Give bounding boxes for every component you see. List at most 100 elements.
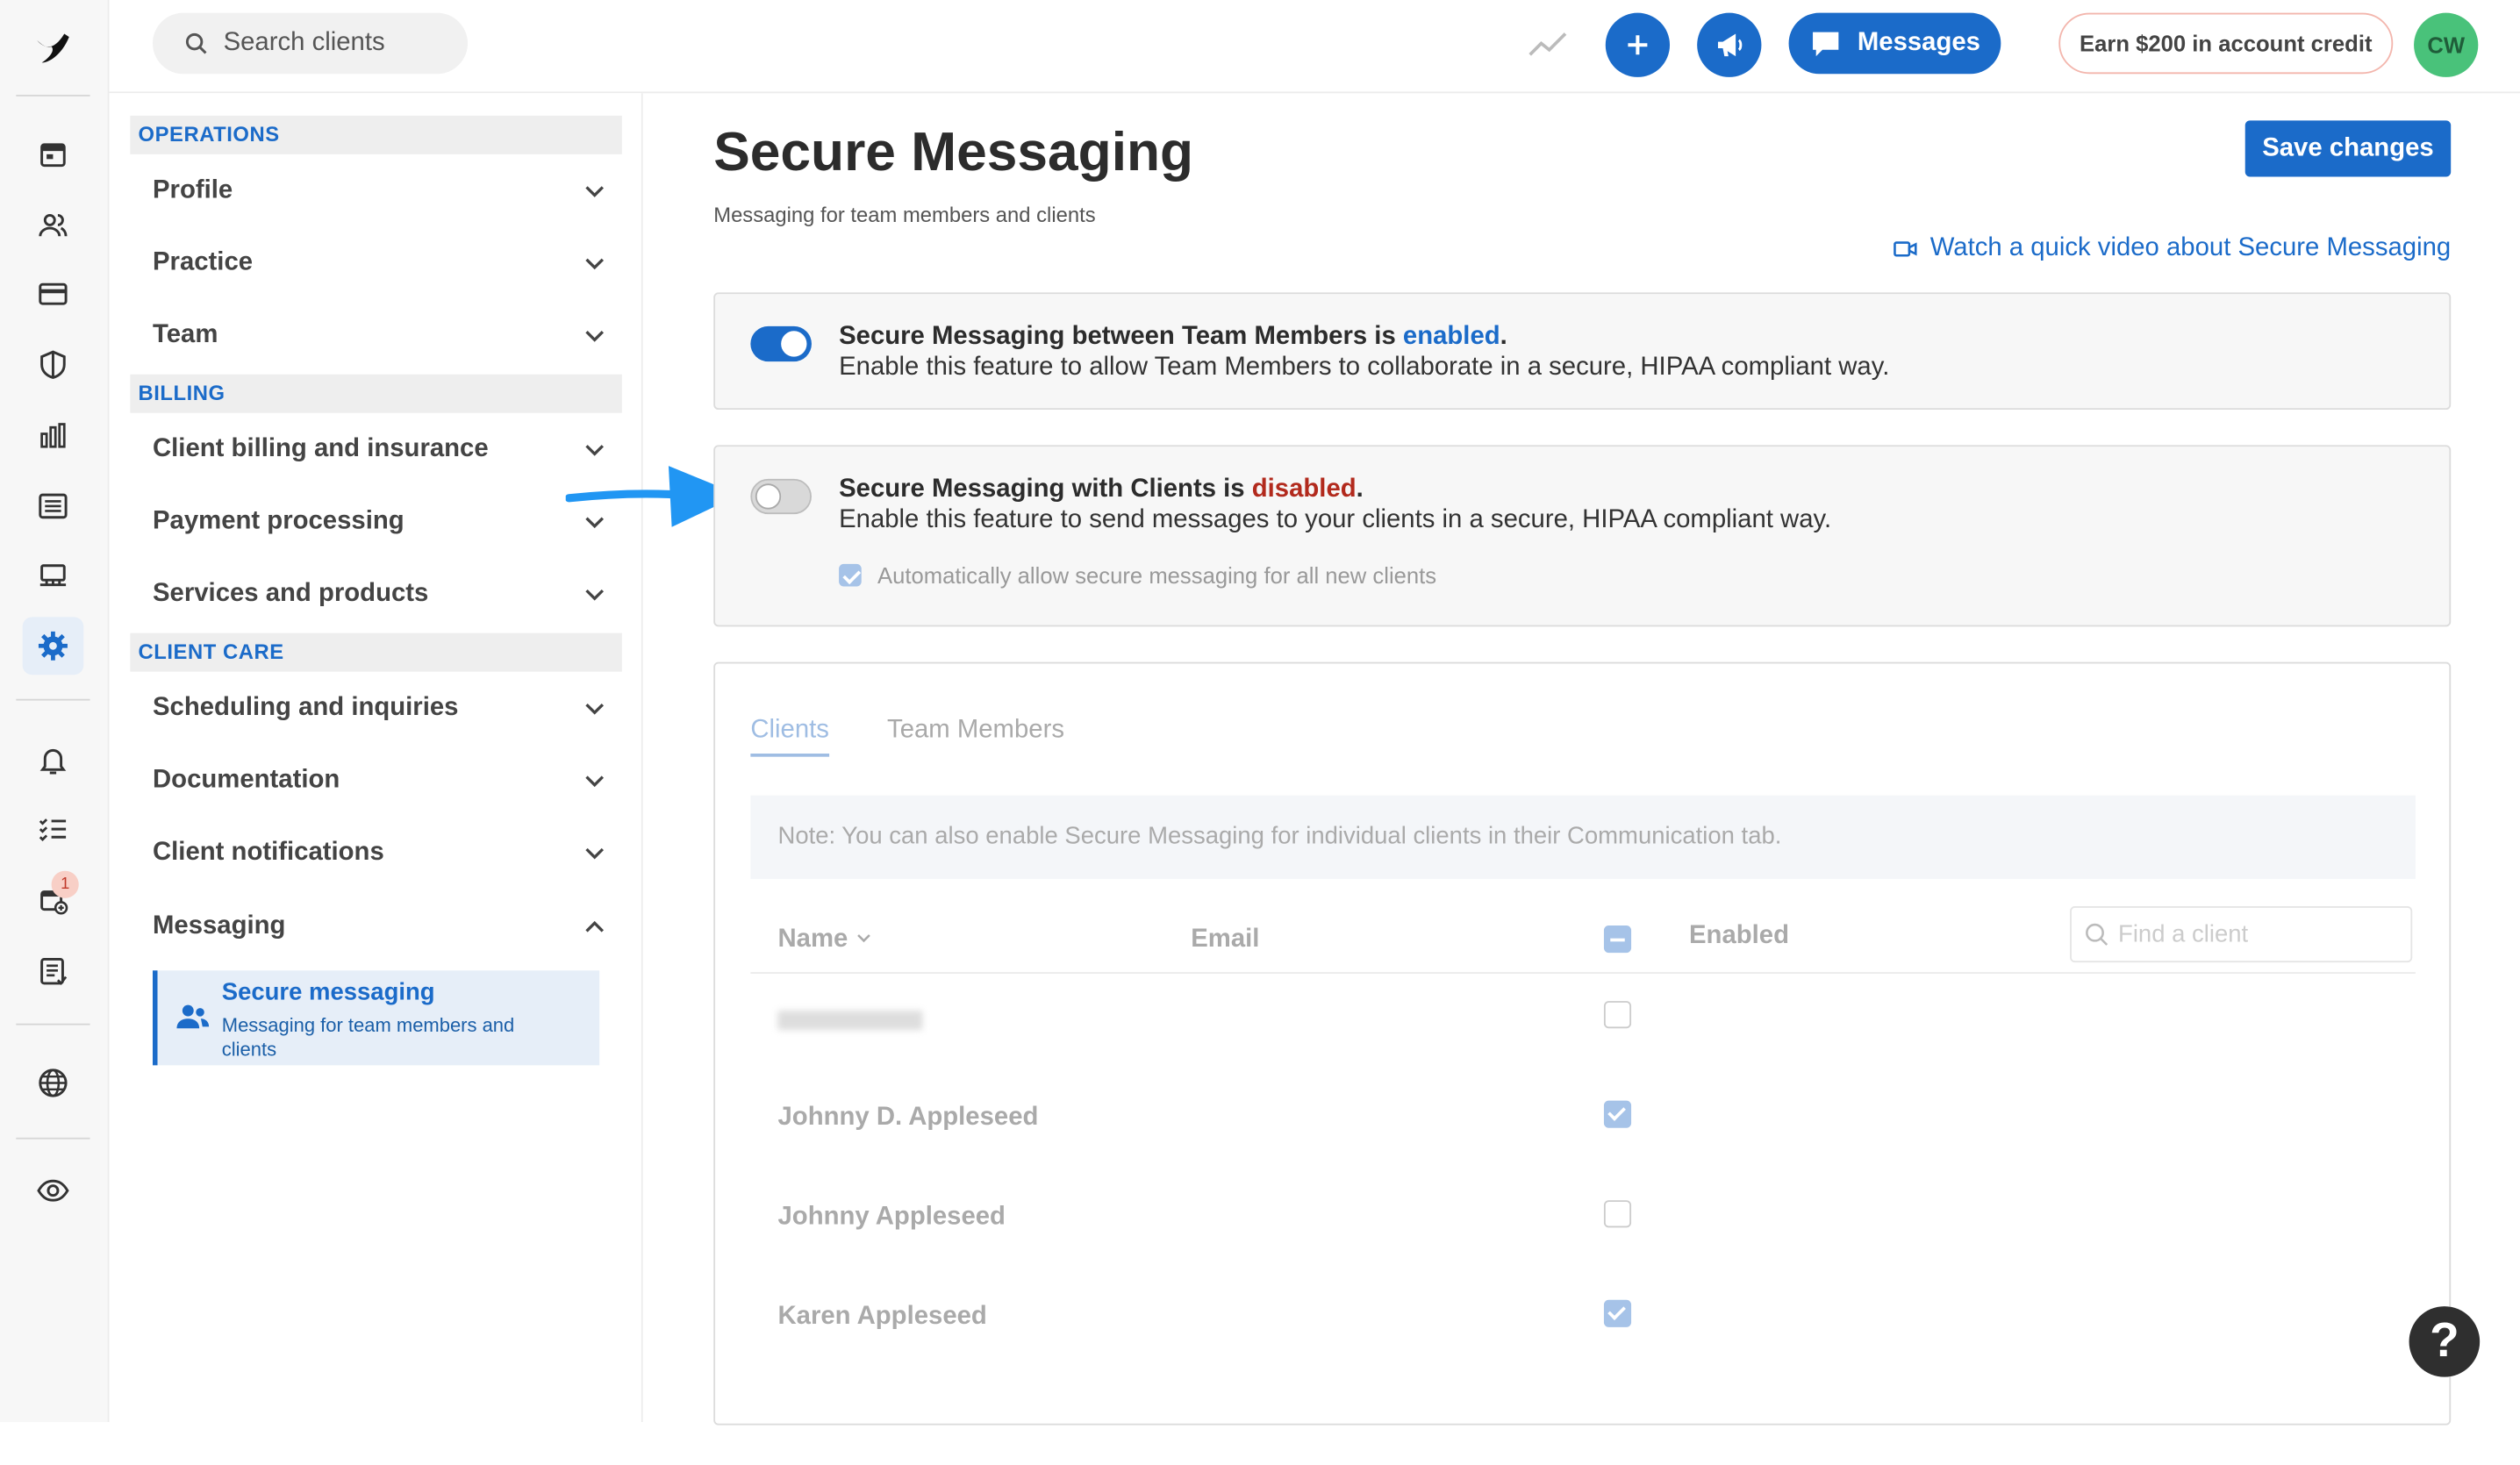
rail-divider bbox=[16, 95, 90, 96]
column-header-name[interactable]: Name bbox=[777, 925, 872, 954]
checkbox[interactable] bbox=[839, 563, 862, 587]
sidebar-item-client-notifications[interactable]: Client notifications bbox=[153, 829, 606, 877]
redacted-name bbox=[777, 1011, 923, 1031]
clients-icon[interactable] bbox=[23, 196, 84, 254]
section-header-client-care: CLIENT CARE bbox=[130, 632, 622, 672]
auto-allow-label: Automatically allow secure messaging for… bbox=[877, 562, 1437, 589]
plus-icon bbox=[1628, 35, 1648, 55]
megaphone-icon bbox=[1717, 33, 1743, 57]
chevron-down-icon bbox=[585, 331, 605, 342]
table-row: Johnny D. Appleseed bbox=[750, 1075, 2416, 1175]
save-changes-button[interactable]: Save changes bbox=[2244, 120, 2452, 177]
chevron-down-icon bbox=[585, 775, 605, 788]
page-subtitle: Messaging for team members and clients bbox=[713, 202, 1096, 227]
user-avatar[interactable]: CW bbox=[2414, 12, 2479, 77]
chevron-down-icon bbox=[585, 445, 605, 456]
info-note: Note: You can also enable Secure Messagi… bbox=[750, 795, 2416, 879]
rail-divider bbox=[16, 698, 90, 701]
sidebar-item-practice[interactable]: Practice bbox=[153, 239, 606, 288]
client-messaging-toggle[interactable] bbox=[750, 478, 812, 515]
sidebar-subitem-secure-messaging[interactable]: Secure messaging Messaging for team memb… bbox=[153, 970, 600, 1066]
tasks-icon[interactable] bbox=[23, 800, 84, 858]
eye-icon[interactable] bbox=[23, 1161, 84, 1219]
rail-divider bbox=[16, 1023, 90, 1026]
trend-icon[interactable] bbox=[1527, 25, 1569, 61]
sidebar-item-label: Services and products bbox=[153, 580, 429, 608]
calendar-icon[interactable] bbox=[23, 125, 84, 183]
sidebar-item-label: Team bbox=[153, 321, 218, 349]
sidebar-item-payment-processing[interactable]: Payment processing bbox=[153, 498, 606, 547]
messages-button[interactable]: Messages bbox=[1788, 12, 2001, 75]
status-enabled: enabled bbox=[1402, 323, 1500, 351]
globe-icon[interactable] bbox=[23, 1054, 84, 1112]
sidebar-item-messaging[interactable]: Messaging bbox=[153, 903, 606, 951]
top-bar: Search clients Messages Earn $200 in acc… bbox=[109, 0, 2520, 94]
select-all-checkbox[interactable] bbox=[1603, 925, 1632, 954]
sidebar-item-label: Practice bbox=[153, 248, 254, 277]
chevron-down-icon bbox=[585, 703, 605, 715]
settings-sidebar: OPERATIONS Profile Practice Team BILLING… bbox=[109, 93, 643, 1422]
find-client-placeholder: Find a client bbox=[2118, 920, 2249, 948]
documents-icon[interactable] bbox=[23, 941, 84, 999]
column-label: Name bbox=[777, 925, 848, 954]
help-button[interactable]: ? bbox=[2409, 1306, 2481, 1377]
billing-card-icon[interactable] bbox=[23, 265, 84, 323]
shield-icon[interactable] bbox=[23, 336, 84, 394]
card-title-text: Secure Messaging with Clients is bbox=[839, 475, 1245, 504]
client-messaging-description: Enable this feature to send messages to … bbox=[839, 505, 1832, 534]
tab-clients[interactable]: Clients bbox=[750, 717, 829, 757]
chevron-down-icon bbox=[585, 589, 605, 601]
row-enabled-checkbox[interactable] bbox=[1603, 1200, 1632, 1228]
chevron-down-icon bbox=[585, 258, 605, 270]
reports-chart-icon[interactable] bbox=[23, 406, 84, 464]
video-link-label: Watch a quick video about Secure Messagi… bbox=[1929, 234, 2452, 262]
sidebar-item-client-billing[interactable]: Client billing and insurance bbox=[153, 425, 606, 474]
table-row bbox=[750, 975, 2416, 1076]
toggle-knob bbox=[755, 483, 782, 510]
client-messaging-title: Secure Messaging with Clients is disable… bbox=[839, 475, 1364, 504]
messages-label: Messages bbox=[1857, 28, 1980, 57]
subitem-title: Secure messaging bbox=[221, 978, 435, 1006]
sidebar-item-scheduling[interactable]: Scheduling and inquiries bbox=[153, 684, 606, 732]
sidebar-item-documentation[interactable]: Documentation bbox=[153, 757, 606, 805]
table-row: Johnny Appleseed bbox=[750, 1175, 2416, 1275]
row-enabled-checkbox[interactable] bbox=[1603, 1299, 1632, 1327]
section-header-operations: OPERATIONS bbox=[130, 115, 622, 154]
auto-allow-checkbox[interactable]: Automatically allow secure messaging for… bbox=[839, 562, 1436, 588]
marketplace-icon[interactable] bbox=[23, 547, 84, 604]
announcements-button[interactable] bbox=[1697, 12, 1762, 77]
sidebar-item-label: Messaging bbox=[153, 912, 286, 940]
sidebar-item-team[interactable]: Team bbox=[153, 311, 606, 360]
row-enabled-checkbox[interactable] bbox=[1603, 1100, 1632, 1128]
table-row: Karen Appleseed bbox=[750, 1274, 2416, 1374]
sidebar-item-label: Scheduling and inquiries bbox=[153, 694, 459, 722]
toggle-knob bbox=[781, 331, 807, 357]
row-enabled-checkbox[interactable] bbox=[1603, 1001, 1632, 1029]
chevron-down-icon bbox=[585, 847, 605, 860]
watch-video-link[interactable]: Watch a quick video about Secure Messagi… bbox=[1894, 234, 2452, 263]
tab-team-members[interactable]: Team Members bbox=[887, 717, 1064, 746]
client-name: Johnny Appleseed bbox=[777, 1203, 1006, 1232]
client-search-input[interactable]: Search clients bbox=[153, 12, 468, 75]
search-placeholder: Search clients bbox=[223, 28, 385, 57]
column-header-email: Email bbox=[1191, 925, 1260, 954]
people-icon bbox=[176, 1004, 210, 1029]
sort-chevron-icon bbox=[857, 934, 870, 943]
sidebar-item-label: Client billing and insurance bbox=[153, 435, 489, 463]
search-icon bbox=[185, 32, 207, 54]
rail-divider bbox=[16, 1137, 90, 1140]
sidebar-item-profile[interactable]: Profile bbox=[153, 167, 606, 215]
settings-gear-icon[interactable] bbox=[22, 617, 84, 675]
clients-panel: Clients Team Members Note: You can also … bbox=[713, 661, 2452, 1426]
client-name: Karen Appleseed bbox=[777, 1303, 987, 1331]
find-client-input[interactable]: Find a client bbox=[2070, 906, 2413, 963]
bell-icon[interactable] bbox=[23, 731, 84, 789]
sidebar-item-services-products[interactable]: Services and products bbox=[153, 570, 606, 618]
earn-credit-button[interactable]: Earn $200 in account credit bbox=[2058, 12, 2394, 75]
team-messaging-toggle[interactable] bbox=[750, 325, 812, 362]
list-icon[interactable] bbox=[23, 477, 84, 535]
notification-badge: 1 bbox=[51, 870, 79, 898]
brand-logo-icon[interactable] bbox=[32, 27, 75, 69]
team-messaging-description: Enable this feature to allow Team Member… bbox=[839, 353, 1890, 382]
add-button[interactable] bbox=[1605, 12, 1671, 77]
